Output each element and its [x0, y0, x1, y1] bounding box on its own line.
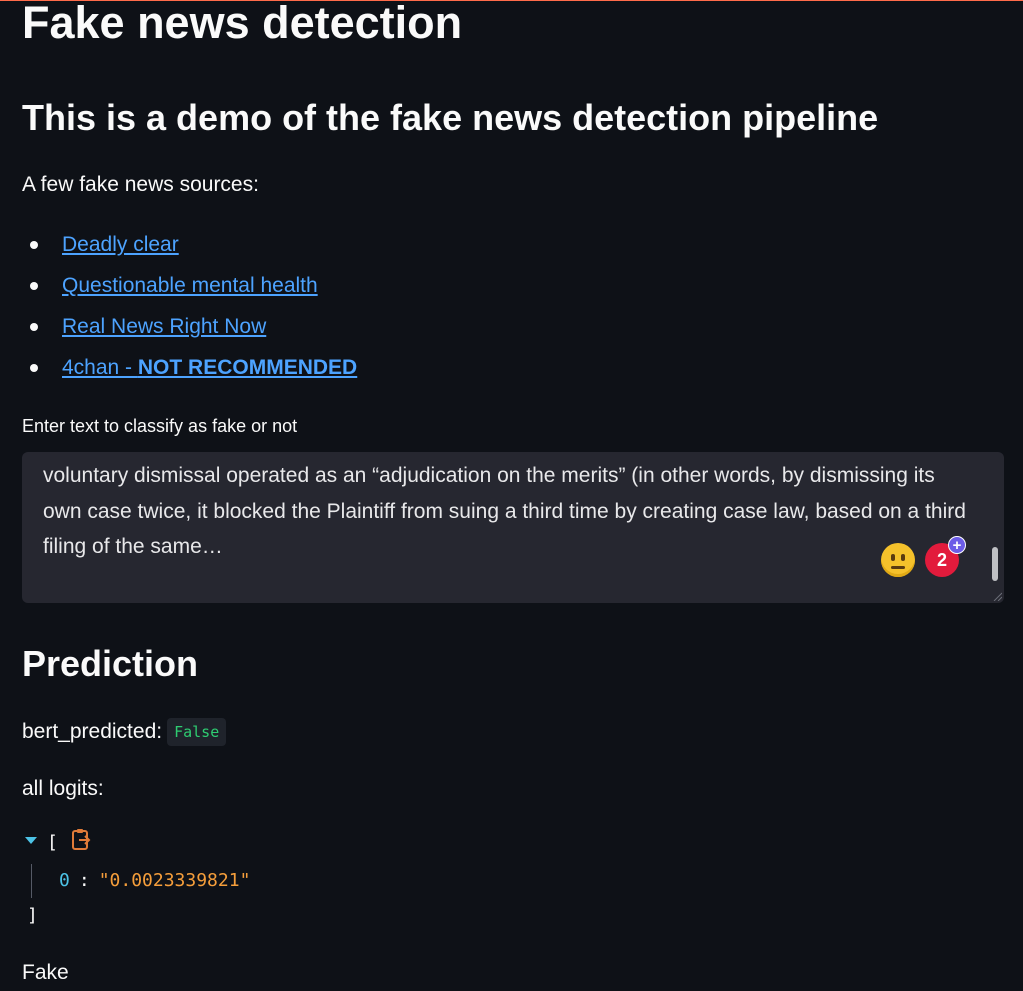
- json-row: 0: "0.0023339821": [59, 870, 251, 891]
- json-open-bracket: [: [47, 832, 58, 853]
- page-subtitle: This is a demo of the fake news detectio…: [22, 97, 879, 138]
- bert-label: bert_predicted:: [22, 720, 163, 743]
- page-title: Fake news detection: [22, 0, 463, 48]
- text-area-value[interactable]: voluntary dismissal operated as an “adju…: [43, 458, 973, 565]
- link-prefix: 4chan -: [62, 356, 138, 379]
- bullet-icon: [30, 364, 38, 372]
- list-item: 4chan - NOT RECOMMENDED: [22, 350, 357, 391]
- prediction-result: Fake: [22, 961, 69, 984]
- text-area-scrollbar[interactable]: [992, 547, 998, 581]
- prediction-heading: Prediction: [22, 643, 199, 684]
- list-item: Deadly clear: [22, 227, 357, 268]
- collapse-caret-icon[interactable]: [25, 837, 37, 844]
- bert-prediction: bert_predicted: False: [22, 716, 227, 748]
- source-link-4chan[interactable]: 4chan - NOT RECOMMENDED: [62, 356, 357, 379]
- bullet-icon: [30, 323, 38, 331]
- source-link-questionable-mental-health[interactable]: Questionable mental health: [62, 274, 318, 297]
- bert-value: False: [167, 718, 227, 747]
- plus-icon[interactable]: +: [948, 536, 966, 554]
- source-link-deadly-clear[interactable]: Deadly clear: [62, 233, 179, 256]
- json-index: 0: [59, 870, 70, 891]
- copy-clipboard-icon[interactable]: [70, 828, 92, 852]
- json-indent-guide: [31, 864, 32, 898]
- resize-handle-icon[interactable]: [992, 591, 1002, 601]
- json-close-bracket: ]: [27, 905, 38, 926]
- sources-list: Deadly clear Questionable mental health …: [22, 227, 357, 391]
- logits-label: all logits:: [22, 777, 104, 800]
- bullet-icon: [30, 241, 38, 249]
- classify-text-area[interactable]: voluntary dismissal operated as an “adju…: [22, 452, 1004, 603]
- json-value: "0.0023339821": [98, 870, 251, 891]
- list-item: Questionable mental health: [22, 268, 357, 309]
- sources-intro: A few fake news sources:: [22, 173, 259, 196]
- bullet-icon: [30, 282, 38, 290]
- neutral-face-icon[interactable]: [881, 543, 915, 577]
- source-link-real-news-right-now[interactable]: Real News Right Now: [62, 315, 266, 338]
- list-item: Real News Right Now: [22, 309, 357, 350]
- link-warning: NOT RECOMMENDED: [137, 356, 358, 379]
- text-input-label: Enter text to classify as fake or not: [22, 416, 298, 436]
